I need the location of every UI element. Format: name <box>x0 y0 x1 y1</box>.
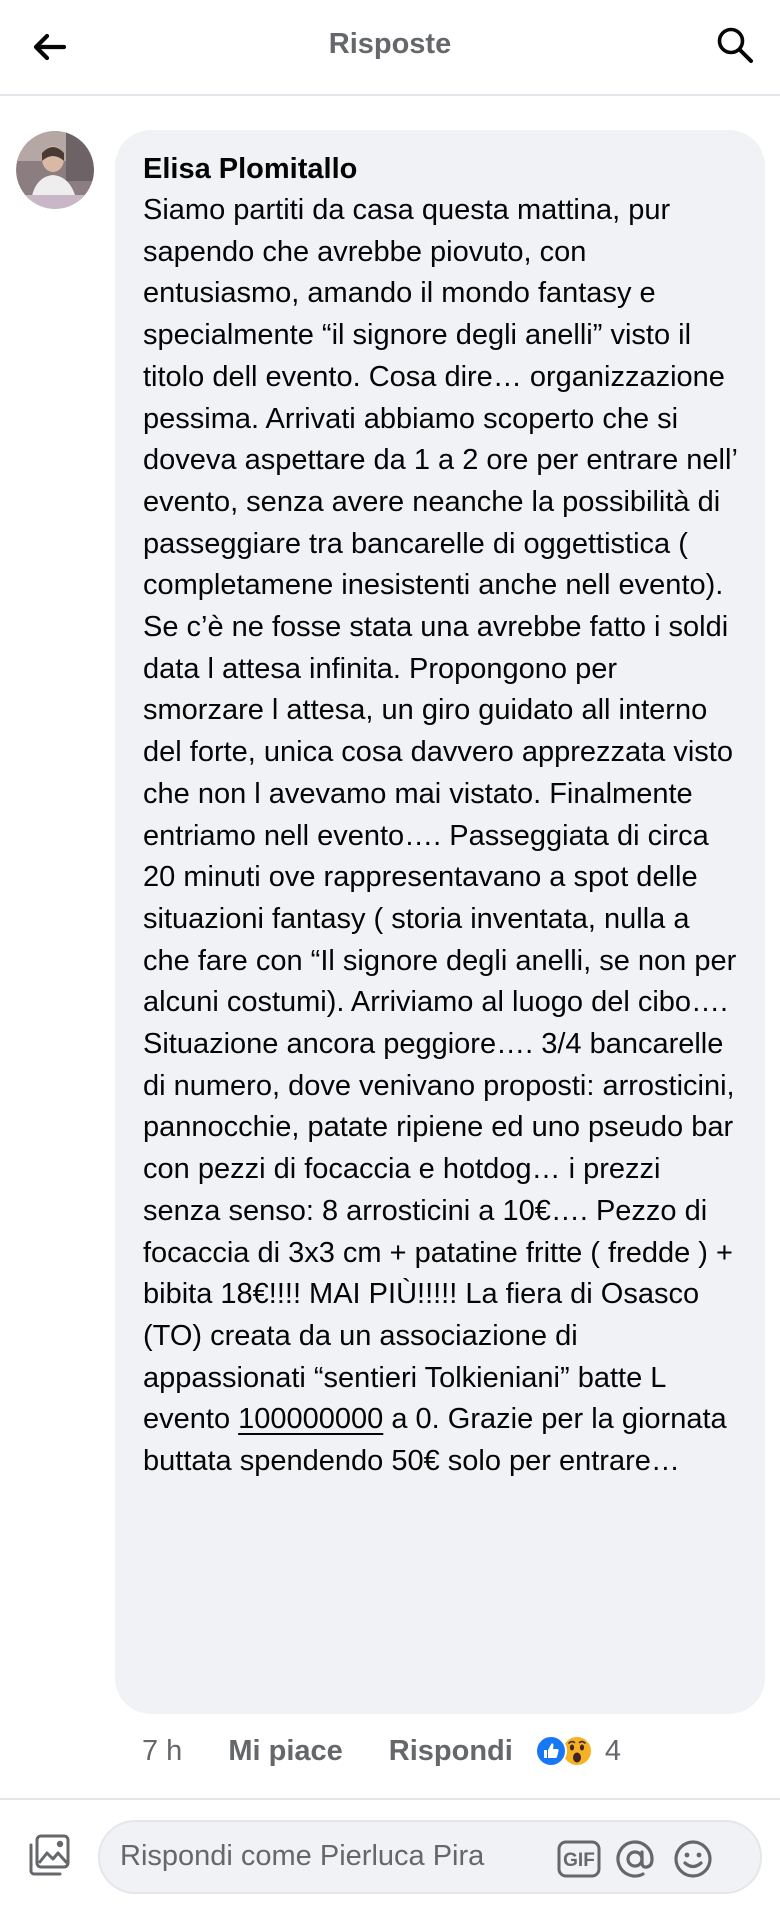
comment-text-body: Siamo partiti da casa questa mattina, pu… <box>143 194 737 1436</box>
comment-text: Siamo partiti da casa questa mattina, pu… <box>143 190 741 1483</box>
comment-bubble: Elisa Plomitallo Siamo partiti da casa q… <box>115 130 765 1714</box>
emoji-button[interactable] <box>670 1836 716 1882</box>
add-photo-button[interactable] <box>22 1830 76 1884</box>
reply-input-placeholder: Rispondi come Pierluca Pira <box>120 1840 485 1872</box>
comment-timestamp[interactable]: 7 h <box>142 1735 182 1768</box>
gif-icon: GIF <box>557 1840 601 1878</box>
smiley-icon <box>674 1840 712 1878</box>
reply-input[interactable]: Rispondi come Pierluca Pira GIF <box>98 1820 762 1894</box>
avatar[interactable] <box>16 131 94 209</box>
profile-photo <box>16 131 94 209</box>
gif-button[interactable]: GIF <box>556 1836 602 1882</box>
reactions-summary[interactable]: 4 <box>534 1734 621 1768</box>
reaction-count: 4 <box>604 1734 621 1767</box>
photo-icon <box>27 1833 71 1882</box>
search-button[interactable] <box>708 20 762 74</box>
phone-number-link[interactable]: 100000000 <box>238 1403 383 1435</box>
like-icon <box>534 1735 567 1767</box>
mention-button[interactable] <box>612 1836 658 1882</box>
reply-composer: Rispondi come Pierluca Pira GIF <box>0 1798 780 1912</box>
gif-label: GIF <box>563 1850 595 1871</box>
search-icon <box>716 26 754 69</box>
comment-author[interactable]: Elisa Plomitallo <box>143 150 741 188</box>
reply-button[interactable]: Rispondi <box>389 1735 513 1768</box>
like-button[interactable]: Mi piace <box>228 1735 342 1768</box>
top-bar: Risposte <box>0 0 780 96</box>
comment-actions: 7 h Mi piace Rispondi 4 <box>142 1728 621 1774</box>
at-sign-icon <box>616 1840 654 1878</box>
page-title: Risposte <box>328 28 452 60</box>
